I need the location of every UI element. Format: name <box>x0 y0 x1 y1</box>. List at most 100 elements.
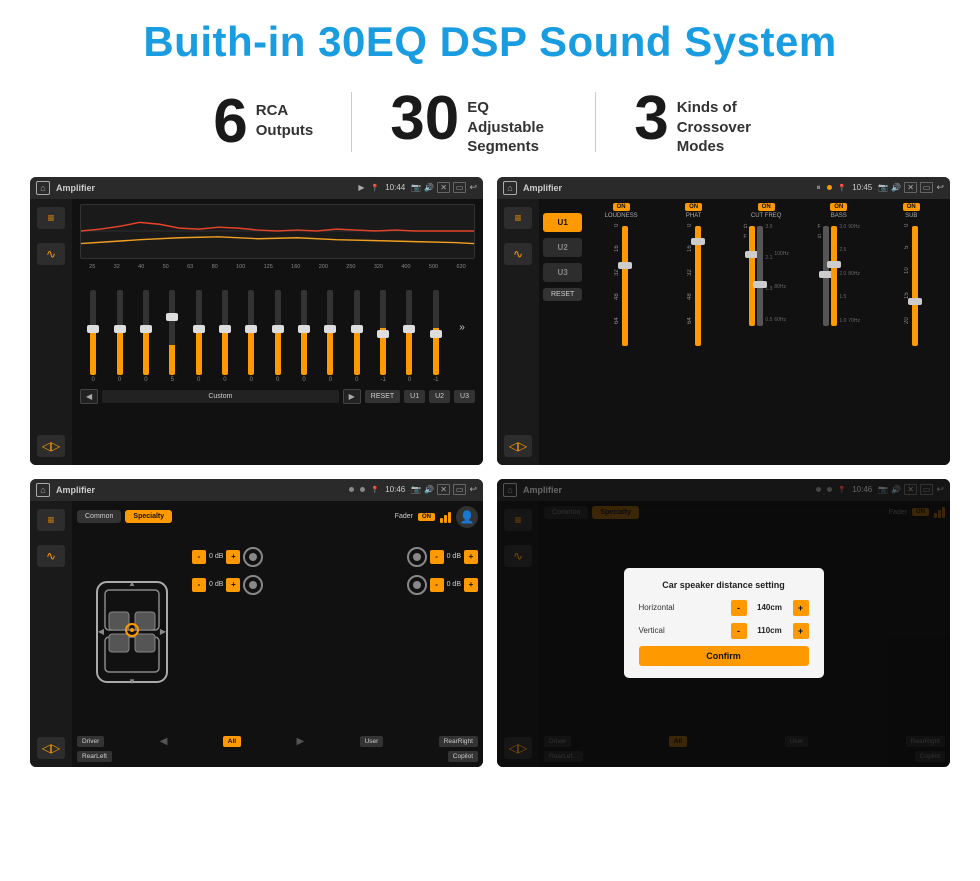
bottom-left-db: 0 dB <box>209 581 223 588</box>
eq-u2-button[interactable]: U2 <box>429 390 450 403</box>
amp-phat-col: ON PHAT 644832160 <box>659 203 729 461</box>
screen-content-1: ≡ ∿ ◁▷ 25 32 40 <box>30 199 483 465</box>
dialog-vertical-label: Vertical <box>639 626 694 635</box>
eq-freq-labels: 25 32 40 50 63 80 100 125 160 200 250 32… <box>80 264 475 270</box>
driver-btn[interactable]: Driver <box>77 736 104 747</box>
location-icon-3: 📍 <box>371 486 380 494</box>
phat-on-badge: ON <box>685 203 702 211</box>
location-icon-1: 📍 <box>371 184 380 192</box>
person-icon[interactable]: 👤 <box>456 506 478 528</box>
status-bar-2: Amplifier ⏸ 📍 10:45 📷 🔊 ✕ ▭ ↩ <box>497 177 950 199</box>
bass-slider2[interactable] <box>831 226 837 326</box>
status-icons-1: 📷 🔊 ✕ ▭ ↩ <box>411 182 477 193</box>
eq-reset-button[interactable]: RESET <box>365 390 400 403</box>
dialog-vertical-control: - 110cm + <box>731 623 809 639</box>
left-sidebar-2: ≡ ∿ ◁▷ <box>497 199 539 465</box>
cutfreq-slider1[interactable] <box>749 226 755 326</box>
eq-icon-2[interactable]: ≡ <box>504 207 532 229</box>
speaker-icon[interactable]: ◁▷ <box>37 435 65 457</box>
speaker-icon-2[interactable]: ◁▷ <box>504 435 532 457</box>
eq-icon[interactable]: ≡ <box>37 207 65 229</box>
loudness-slider[interactable] <box>622 226 628 346</box>
amp-u3-btn[interactable]: U3 <box>543 263 582 282</box>
vertical-minus-btn[interactable]: - <box>731 623 747 639</box>
top-left-minus[interactable]: - <box>192 550 206 564</box>
eq-mode-label[interactable]: Custom <box>102 390 338 403</box>
screenshot-crossover: Amplifier 📍 10:46 📷 🔊 ✕ ▭ ↩ ≡ ∿ ◁▷ <box>30 479 483 767</box>
bottom-left-minus[interactable]: - <box>192 578 206 592</box>
amp-screen-main: U1 U2 U3 RESET ON LOUDNESS <box>539 199 950 465</box>
cutfreq-slider2[interactable] <box>757 226 763 326</box>
eq-slider-7: 0 <box>275 290 281 383</box>
speaker-grid: - 0 dB + - 0 dB + <box>77 532 478 732</box>
confirm-btn[interactable]: Confirm <box>639 646 809 666</box>
eq-u1-button[interactable]: U1 <box>404 390 425 403</box>
stat-number-eq: 30 <box>390 88 459 150</box>
bottom-right-plus[interactable]: + <box>464 578 478 592</box>
car-diagram-svg: ▲ ▼ ◀ ▶ <box>77 562 187 702</box>
vertical-plus-btn[interactable]: + <box>793 623 809 639</box>
top-right-plus[interactable]: + <box>464 550 478 564</box>
eq-prev-button[interactable]: ◀ <box>80 389 98 404</box>
copilot-btn[interactable]: Copilot <box>448 751 478 762</box>
loudness-on-badge: ON <box>613 203 630 211</box>
status-time-1: 10:44 <box>385 183 405 192</box>
screenshot-amp: Amplifier ⏸ 📍 10:45 📷 🔊 ✕ ▭ ↩ ≡ ∿ ◁▷ <box>497 177 950 465</box>
fader-bars <box>440 511 451 523</box>
user-btn[interactable]: User <box>360 736 384 747</box>
bass-label: BASS <box>831 213 847 219</box>
fader-label: Fader <box>395 513 413 520</box>
amp-cutfreq-col: ON CUT FREQ G F <box>731 203 801 461</box>
dialog-vertical-row: Vertical - 110cm + <box>639 623 809 639</box>
status-icons-3: 📷 🔊 ✕ ▭ ↩ <box>411 484 477 495</box>
svg-text:▲: ▲ <box>128 579 136 588</box>
svg-text:▼: ▼ <box>128 677 136 686</box>
screenshots-grid: Amplifier ▶ 📍 10:44 📷 🔊 ✕ ▭ ↩ ≡ ∿ ◁▷ <box>30 177 950 767</box>
screenshot-eq: Amplifier ▶ 📍 10:44 📷 🔊 ✕ ▭ ↩ ≡ ∿ ◁▷ <box>30 177 483 465</box>
bottom-buttons-row: Driver ◀ All ▶ User RearRight <box>77 736 478 747</box>
svg-text:◀: ◀ <box>98 627 105 636</box>
wave-icon[interactable]: ∿ <box>37 243 65 265</box>
phat-slider[interactable] <box>695 226 701 346</box>
dialog-title: Car speaker distance setting <box>639 580 809 590</box>
extra-bottom-row: RearLeft Copilot <box>77 751 478 762</box>
all-btn[interactable]: All <box>223 736 241 747</box>
eq-icon-3[interactable]: ≡ <box>37 509 65 531</box>
amp-sub-col: ON SUB 20151050 <box>876 203 946 461</box>
top-left-speaker-control: - 0 dB + <box>192 547 402 567</box>
eq-next-button[interactable]: ▶ <box>343 389 361 404</box>
tab-common[interactable]: Common <box>77 510 121 523</box>
speaker-icon-3[interactable]: ◁▷ <box>37 737 65 759</box>
status-bar-3: Amplifier 📍 10:46 📷 🔊 ✕ ▭ ↩ <box>30 479 483 501</box>
tab-specialty[interactable]: Specialty <box>125 510 172 523</box>
screenshot-dialog: Amplifier 📍 10:46 📷 🔊 ✕ ▭ ↩ ≡ ∿ ◁▷ <box>497 479 950 767</box>
eq-slider-9: 0 <box>327 290 333 383</box>
top-right-db: 0 dB <box>447 553 461 560</box>
top-right-minus[interactable]: - <box>430 550 444 564</box>
horizontal-plus-btn[interactable]: + <box>793 600 809 616</box>
rear-left-btn[interactable]: RearLeft <box>77 751 112 762</box>
home-icon-2 <box>503 181 517 195</box>
amp-u1-btn[interactable]: U1 <box>543 213 582 232</box>
sub-slider[interactable] <box>912 226 918 346</box>
eq-slider-3: 5 <box>169 290 175 383</box>
amp-u2-btn[interactable]: U2 <box>543 238 582 257</box>
eq-u3-button[interactable]: U3 <box>454 390 475 403</box>
wave-icon-3[interactable]: ∿ <box>37 545 65 567</box>
amp-reset-btn[interactable]: RESET <box>543 288 582 301</box>
bottom-right-db: 0 dB <box>447 581 461 588</box>
bottom-right-minus[interactable]: - <box>430 578 444 592</box>
rear-right-btn[interactable]: RearRight <box>439 736 478 747</box>
bass-slider1[interactable] <box>823 226 829 326</box>
stat-label-rca: RCAOutputs <box>256 91 314 140</box>
top-left-plus[interactable]: + <box>226 550 240 564</box>
status-title-3: Amplifier <box>56 485 343 495</box>
arrow-right: ▶ <box>296 736 304 747</box>
eq-slider-0: 0 <box>90 290 96 383</box>
eq-slider-10: 0 <box>354 290 360 383</box>
bottom-left-plus[interactable]: + <box>226 578 240 592</box>
eq-slider-8: 0 <box>301 290 307 383</box>
horizontal-minus-btn[interactable]: - <box>731 600 747 616</box>
eq-slider-14: » <box>459 322 465 333</box>
wave-icon-2[interactable]: ∿ <box>504 243 532 265</box>
